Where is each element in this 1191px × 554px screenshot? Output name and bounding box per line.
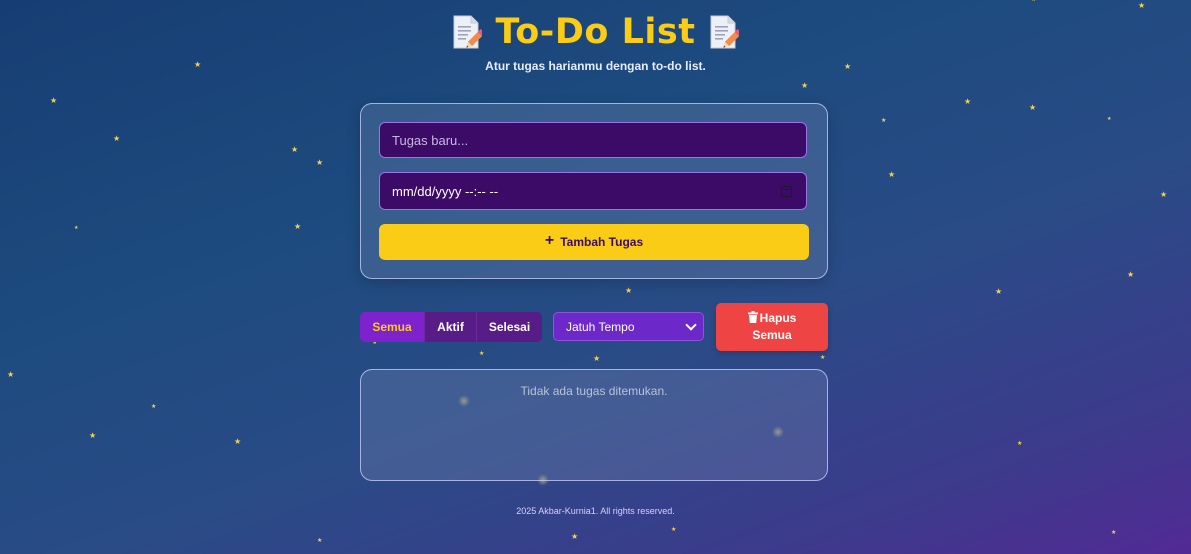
- filter-all-button[interactable]: Semua: [360, 312, 425, 342]
- page-header: To-Do List Atur tugas harianmu dengan to…: [0, 10, 1191, 73]
- sort-selected-value: Jatuh Tempo: [566, 319, 635, 334]
- delete-all-line1-wrap: Hapus: [747, 310, 797, 327]
- title-row: To-Do List: [0, 10, 1191, 54]
- filter-tabs: Semua Aktif Selesai: [360, 312, 542, 342]
- due-date-placeholder: mm/dd/yyyy --:-- --: [392, 183, 499, 199]
- calendar-icon[interactable]: [781, 185, 792, 197]
- delete-all-button[interactable]: Hapus Semua: [716, 303, 828, 351]
- empty-state-text: Tidak ada tugas ditemukan.: [520, 384, 668, 398]
- due-date-input[interactable]: mm/dd/yyyy --:-- --: [379, 172, 807, 210]
- trash-icon: [747, 311, 758, 323]
- plus-icon: +: [544, 232, 555, 249]
- delete-all-label-1: Hapus: [759, 311, 797, 325]
- memo-icon: [709, 14, 743, 50]
- page-title: To-Do List: [495, 12, 696, 52]
- filter-done-button[interactable]: Selesai: [477, 312, 542, 342]
- page-subtitle: Atur tugas harianmu dengan to-do list.: [485, 59, 706, 73]
- filter-active-button[interactable]: Aktif: [425, 312, 477, 342]
- task-list: Tidak ada tugas ditemukan.: [360, 369, 828, 481]
- footer-copyright: 2025 Akbar-Kurnia1. All rights reserved.: [516, 506, 675, 516]
- chevron-down-icon: [685, 318, 697, 331]
- sort-select[interactable]: Jatuh Tempo: [553, 312, 704, 341]
- memo-icon: [452, 14, 485, 50]
- task-input[interactable]: Tugas baru...: [379, 122, 807, 158]
- add-task-label: Tambah Tugas: [560, 235, 644, 249]
- delete-all-label-2: Semua: [752, 328, 792, 342]
- task-form-card: Tugas baru... mm/dd/yyyy --:-- -- + Tamb…: [360, 103, 828, 279]
- add-task-button[interactable]: + Tambah Tugas: [379, 224, 809, 260]
